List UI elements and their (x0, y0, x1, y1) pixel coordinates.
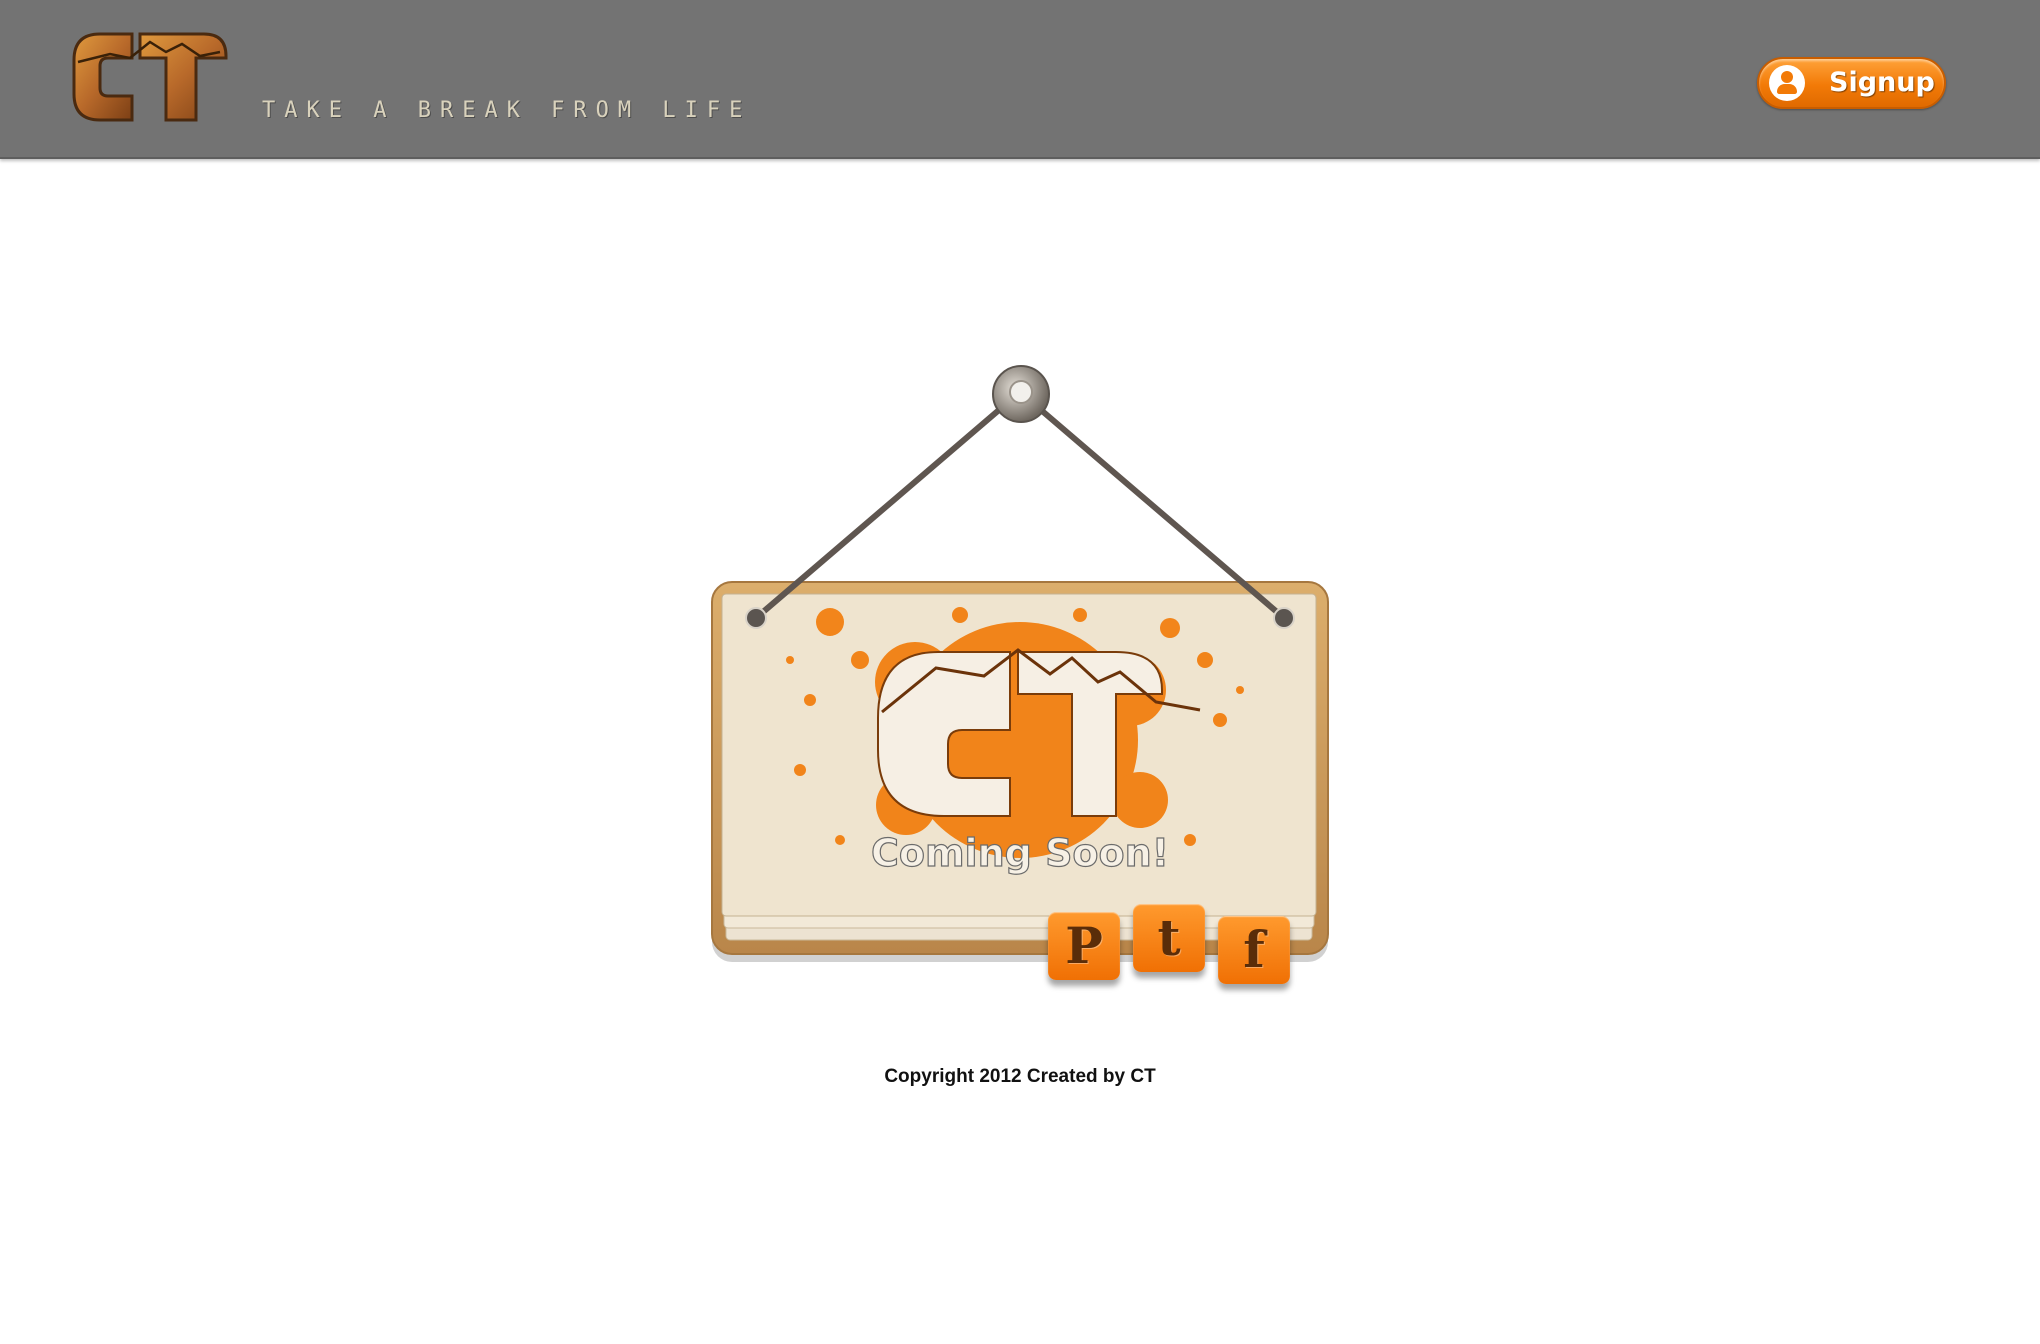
pinterest-button[interactable]: P (1048, 912, 1120, 980)
twitter-button[interactable]: t (1133, 904, 1205, 972)
pinterest-icon: P (1065, 916, 1103, 975)
facebook-button[interactable]: f (1218, 916, 1290, 984)
twitter-icon: t (1157, 908, 1181, 967)
copyright-text: Copyright 2012 Created by CT (884, 1066, 1156, 1087)
coming-soon-sign: Coming Soon! (711, 365, 1329, 962)
facebook-icon: f (1243, 920, 1265, 979)
signup-label: Signup (1829, 67, 1935, 98)
header-bar: TAKE A BREAK FROM LIFE Signup (0, 0, 2040, 159)
user-icon (1769, 65, 1805, 101)
coming-soon-caption: Coming Soon! (871, 831, 1169, 875)
tagline: TAKE A BREAK FROM LIFE (262, 98, 752, 123)
signup-button[interactable]: Signup (1757, 57, 1946, 109)
ct-logo[interactable] (70, 28, 230, 126)
